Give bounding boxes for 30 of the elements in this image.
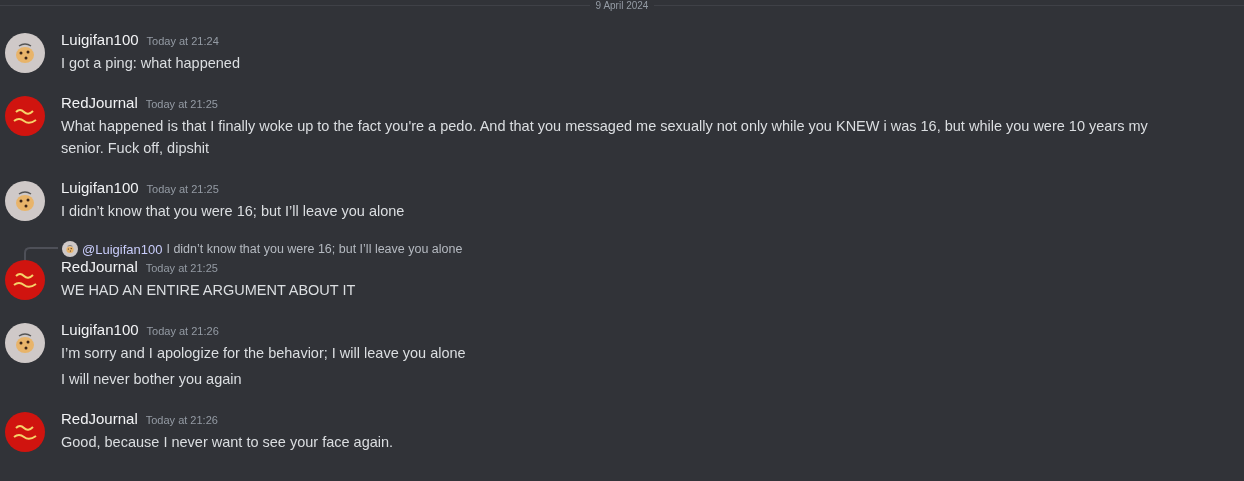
username[interactable]: Luigifan100 <box>61 179 139 196</box>
cookie-avatar-icon <box>62 241 78 257</box>
timestamp: Today at 21:26 <box>145 414 218 426</box>
reply-mention[interactable]: @Luigifan100 <box>82 241 163 257</box>
message-text: I didn’t know that you were 16; but I’ll leave you alone <box>61 202 406 221</box>
username[interactable]: Luigifan100 <box>61 31 139 48</box>
timestamp: Today at 21:26 <box>146 325 219 337</box>
message-text: Good, because I never want to see your face again. <box>61 433 395 452</box>
date-divider: 9 April 2024 <box>594 0 650 11</box>
cookie-avatar-icon <box>5 181 45 221</box>
timestamp: Today at 21:25 <box>146 183 219 195</box>
cookie-avatar-icon <box>5 323 45 363</box>
reply-connector <box>24 247 58 261</box>
username[interactable]: Luigifan100 <box>61 321 139 338</box>
timestamp: Today at 21:24 <box>146 35 219 47</box>
username[interactable]: RedJournal <box>61 258 138 275</box>
timestamp: Today at 21:25 <box>145 262 218 274</box>
cookie-avatar-icon <box>5 33 45 73</box>
logo-avatar-icon <box>5 96 45 136</box>
message-text: WE HAD AN ENTIRE ARGUMENT ABOUT IT <box>61 281 357 300</box>
timestamp: Today at 21:25 <box>145 98 218 110</box>
username[interactable]: RedJournal <box>61 410 138 427</box>
reply-preview[interactable]: I didn’t know that you were 16; but I’ll leave you alone <box>166 242 463 256</box>
message-text: What happened is that I finally woke up to the fact you're a pedo. And that you messaged me sexually not only while you KNEW i was 16, but while you were 10 years my senior. Fuck off, dipshit <box>61 117 1149 158</box>
message-text: I’m sorry and I apologize for the behavior; I will leave you alone <box>61 344 467 363</box>
logo-avatar-icon <box>5 260 45 300</box>
logo-avatar-icon <box>5 412 45 452</box>
username[interactable]: RedJournal <box>61 94 138 111</box>
message-text: I will never bother you again <box>61 370 243 389</box>
message-text: I got a ping: what happened <box>61 54 241 73</box>
